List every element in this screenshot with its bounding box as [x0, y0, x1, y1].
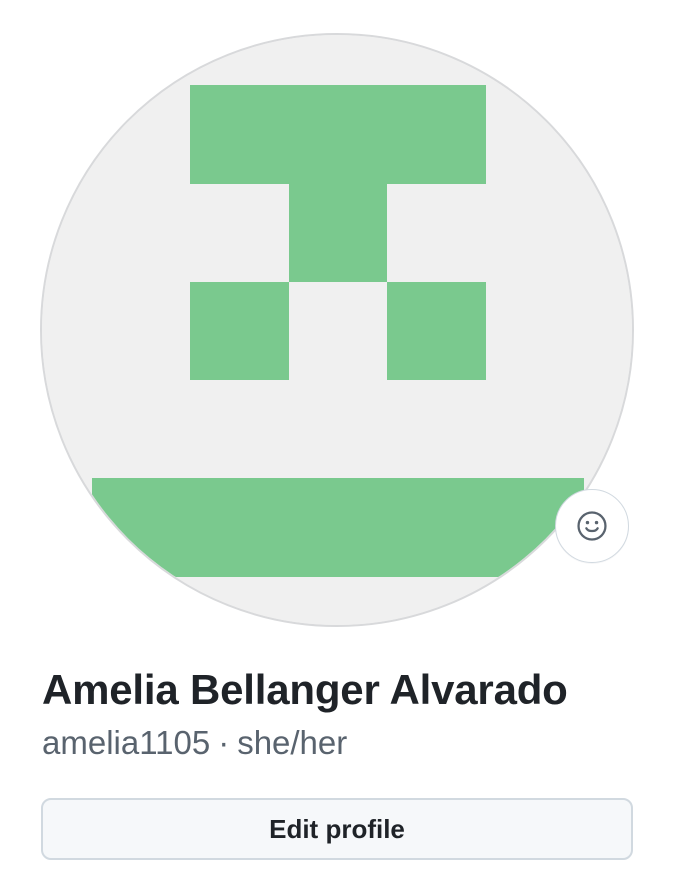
profile-username: amelia1105	[42, 724, 211, 761]
profile-pronouns: she/her	[237, 724, 348, 761]
set-status-button[interactable]	[555, 489, 629, 563]
profile-subtitle: amelia1105 · she/her	[42, 721, 642, 765]
profile-avatar-container	[40, 33, 634, 627]
identicon-block	[190, 282, 289, 380]
identicon-block	[92, 478, 584, 577]
identicon-block	[289, 184, 387, 282]
profile-full-name: Amelia Bellanger Alvarado	[42, 666, 568, 713]
identicon-block	[190, 85, 486, 184]
subtitle-separator: ·	[218, 724, 230, 761]
edit-profile-button[interactable]: Edit profile	[41, 798, 633, 860]
identicon-graphic	[42, 35, 632, 625]
avatar[interactable]	[40, 33, 634, 627]
smiley-icon	[577, 511, 607, 541]
identicon-block	[387, 282, 486, 380]
